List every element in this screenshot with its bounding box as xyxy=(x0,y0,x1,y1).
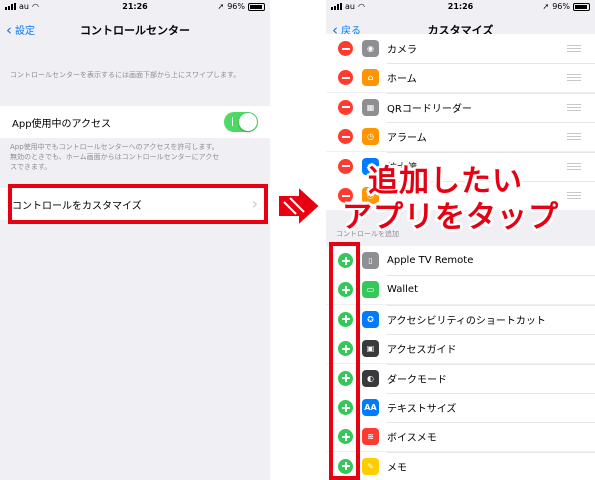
item-label: QRコードリーダー xyxy=(387,103,472,115)
reorder-handle-icon[interactable] xyxy=(567,74,581,82)
battery-percent: 96% xyxy=(227,2,245,11)
list-item[interactable]: ▯ Apple TV Remote xyxy=(326,246,595,275)
intro-note: コントロールセンターを表示するには画面下部から上にスワイプします。 xyxy=(10,71,241,79)
access-cell: App使用中のアクセス xyxy=(0,106,270,138)
item-label: ボイスメモ xyxy=(387,433,437,445)
annotation-line2: アプリをタップ xyxy=(342,200,559,235)
item-label: ダークモード xyxy=(387,374,447,386)
list-item[interactable]: ▭ Wallet xyxy=(326,275,595,305)
text-size-icon: AA xyxy=(362,399,379,416)
battery-icon xyxy=(248,2,265,11)
arrow-right-icon xyxy=(277,184,322,228)
list-item[interactable]: ▣ アクセスガイド xyxy=(326,334,595,364)
notes-icon: ✎ xyxy=(362,457,379,475)
remove-icon[interactable] xyxy=(338,99,353,115)
alarm-icon: ◷ xyxy=(362,128,379,146)
item-label: Apple TV Remote xyxy=(387,255,474,266)
access-note-line: スできます。 xyxy=(10,163,52,171)
battery-percent: 96% xyxy=(552,2,570,11)
wallet-icon: ▭ xyxy=(362,281,379,299)
remove-icon[interactable] xyxy=(338,158,353,174)
list-item[interactable]: ✪ アクセシビリティのショートカット xyxy=(326,304,595,334)
status-bar: au ◠ 21:26 ➚ 96% xyxy=(0,0,270,14)
battery-icon xyxy=(573,2,590,11)
camera-icon: ◉ xyxy=(362,40,379,57)
nav-bar: ‹ 設定 コントロールセンター xyxy=(0,14,270,44)
access-note: App使用中でもコントロールセンターへのアクセスを許可します。 無効のときでも、… xyxy=(0,142,229,172)
location-icon: ➚ xyxy=(217,2,225,11)
dark-mode-icon: ◐ xyxy=(362,369,379,387)
reorder-handle-icon[interactable] xyxy=(567,103,581,111)
lock-icon: ▣ xyxy=(362,340,379,358)
access-note-line: 無効のときでも、ホーム画面からはコントロールセンターにアクセ xyxy=(10,153,220,161)
location-icon: ➚ xyxy=(542,2,550,11)
qr-code-icon: ▦ xyxy=(362,98,379,116)
access-toggle[interactable] xyxy=(224,112,258,132)
home-icon: ⌂ xyxy=(362,69,379,87)
apple-tv-remote-icon: ▯ xyxy=(362,252,379,269)
highlight-box xyxy=(8,184,268,224)
remove-icon[interactable] xyxy=(338,70,353,86)
list-item[interactable]: ≋ ボイスメモ xyxy=(326,422,595,452)
page-title: コントロールセンター xyxy=(80,24,190,37)
item-label: アクセシビリティのショートカット xyxy=(387,315,546,327)
reorder-handle-icon[interactable] xyxy=(567,192,581,199)
item-label: アクセスガイド xyxy=(387,345,457,357)
list-item[interactable]: ◉ カメラ xyxy=(326,34,595,63)
list-item[interactable]: AA テキストサイズ xyxy=(326,393,595,422)
list-item[interactable]: ✎ メモ xyxy=(326,451,595,480)
reorder-handle-icon[interactable] xyxy=(567,162,581,170)
item-label: ホーム xyxy=(387,74,417,86)
remove-icon[interactable] xyxy=(338,41,353,56)
item-label: テキストサイズ xyxy=(387,404,457,415)
item-label: アラーム xyxy=(387,133,427,145)
reorder-handle-icon[interactable] xyxy=(567,45,581,52)
list-item[interactable]: ◐ ダークモード xyxy=(326,363,595,393)
reorder-handle-icon[interactable] xyxy=(567,133,581,141)
list-item[interactable]: ▦ QRコードリーダー xyxy=(326,92,595,122)
highlight-box xyxy=(329,242,360,480)
control-center-screen: au ◠ 21:26 ➚ 96% ‹ 設定 コントロールセンター コントロールセ… xyxy=(0,0,270,480)
item-label: メモ xyxy=(387,462,407,474)
customize-screen: au ◠ 21:26 ➚ 96% ‹ 戻る カスタマイズ ◉ カメラ ⌂ ホーム ▦ QR… xyxy=(326,0,595,480)
annotation-line1: 追加したい xyxy=(368,164,523,199)
access-label: App使用中のアクセス xyxy=(12,119,112,130)
list-item[interactable]: ⌂ ホーム xyxy=(326,63,595,93)
voice-memo-icon: ≋ xyxy=(362,428,379,446)
item-label: カメラ xyxy=(387,45,417,56)
accessibility-icon: ✪ xyxy=(362,310,379,328)
access-note-line: App使用中でもコントロールセンターへのアクセスを許可します。 xyxy=(10,143,219,151)
list-item[interactable]: ◷ アラーム xyxy=(326,122,595,152)
remove-icon[interactable] xyxy=(338,129,353,145)
status-bar: au ◠ 21:26 ➚ 96% xyxy=(326,0,595,14)
item-label: Wallet xyxy=(387,284,419,296)
